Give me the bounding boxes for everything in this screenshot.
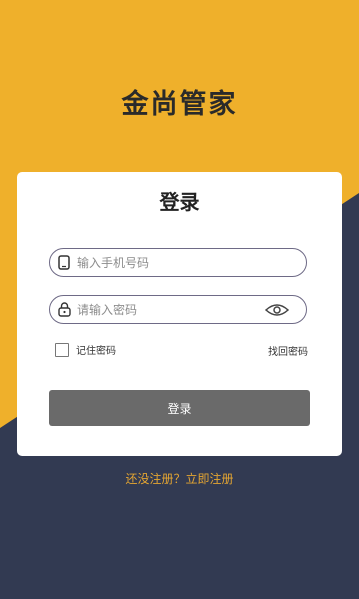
eye-icon[interactable] — [264, 302, 290, 316]
password-placeholder: 请输入密码 — [77, 303, 138, 317]
password-input[interactable]: 请输入密码 — [49, 295, 307, 324]
login-title: 登录 — [159, 190, 200, 214]
login-screen: 金尚管家 登录 输入手机号码 请输入密码 记住密码 找回密码 登录 还没注册？立… — [0, 0, 359, 599]
remember-checkbox[interactable] — [55, 342, 69, 357]
remember-password[interactable]: 记住密码 — [55, 342, 116, 357]
find-password-link[interactable]: 找回密码 — [268, 343, 308, 358]
login-card: 登录 输入手机号码 请输入密码 记住密码 找回密码 登录 — [17, 172, 342, 456]
remember-label: 记住密码 — [76, 346, 116, 357]
register-link[interactable]: 还没注册？立即注册 — [0, 470, 359, 487]
phone-placeholder: 输入手机号码 — [77, 256, 150, 270]
lock-icon — [56, 302, 72, 318]
phone-input[interactable]: 输入手机号码 — [49, 248, 307, 277]
app-title: 金尚管家 — [121, 89, 238, 120]
login-button[interactable]: 登录 — [49, 390, 310, 426]
phone-icon — [56, 255, 72, 271]
